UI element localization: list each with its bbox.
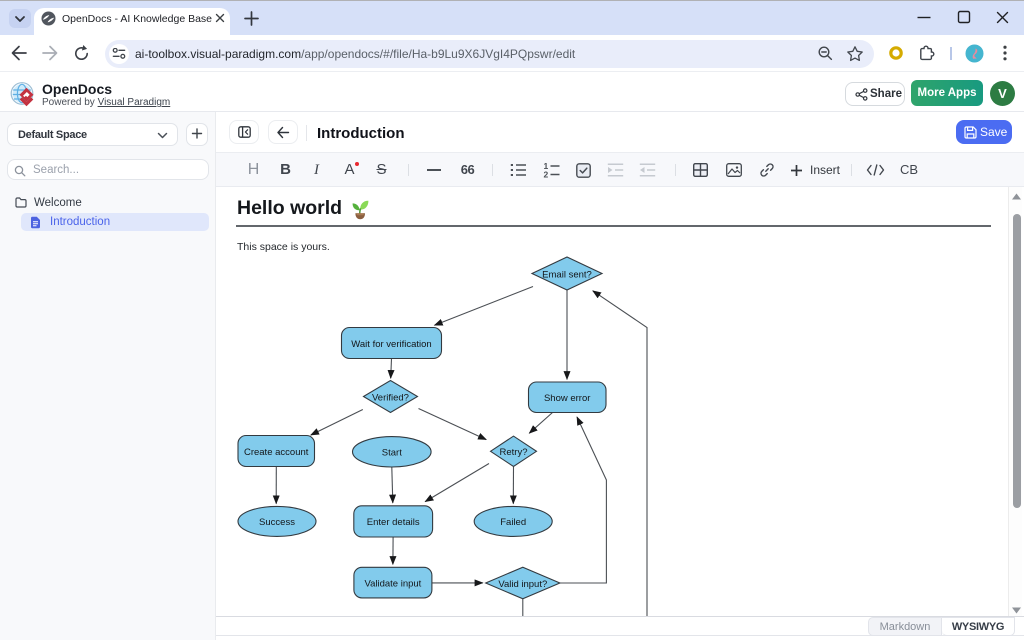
svg-text:Verified?: Verified? [372,393,409,404]
svg-text:Failed: Failed [500,517,526,528]
svg-text:2: 2 [544,170,549,179]
svg-text:Enter details: Enter details [367,517,420,528]
svg-text:Wait for verification: Wait for verification [351,339,431,350]
svg-text:Show error: Show error [544,393,590,404]
svg-text:Email sent?: Email sent? [542,270,592,281]
svg-text:Create account: Create account [244,447,309,458]
svg-text:Retry?: Retry? [500,447,528,458]
svg-text:Success: Success [259,517,295,528]
svg-text:Validate input: Validate input [364,579,421,590]
svg-text:Start: Start [382,448,402,459]
svg-text:Valid input?: Valid input? [498,579,547,590]
